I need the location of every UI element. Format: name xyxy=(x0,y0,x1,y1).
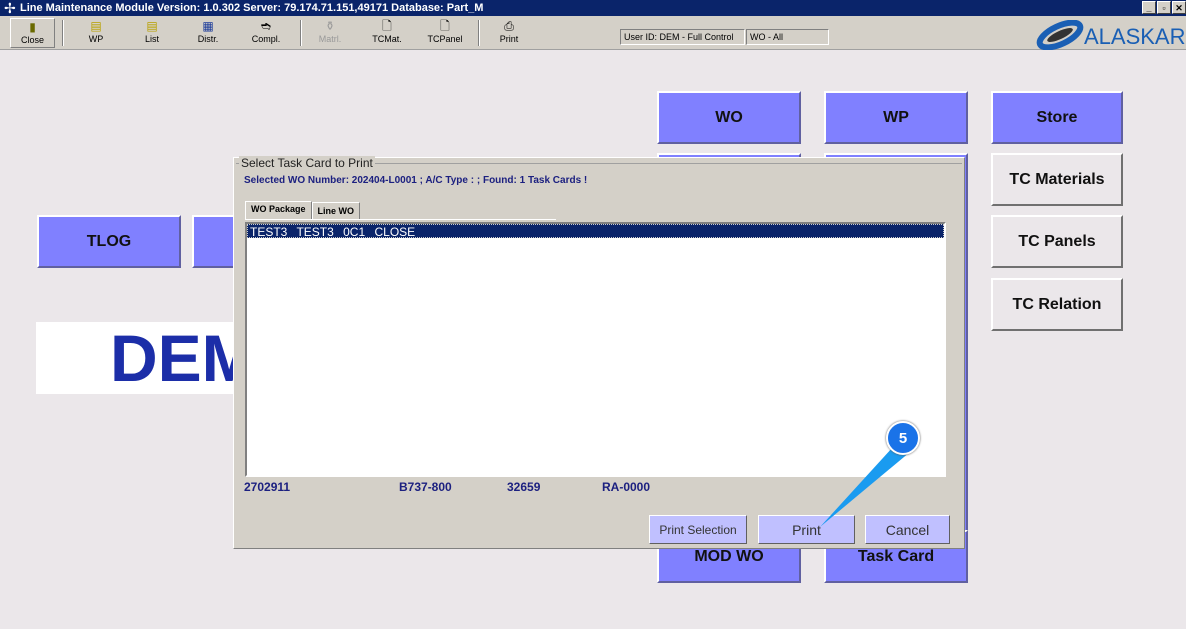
step-callout: 5 xyxy=(886,421,920,455)
callout-pointer xyxy=(820,448,910,527)
